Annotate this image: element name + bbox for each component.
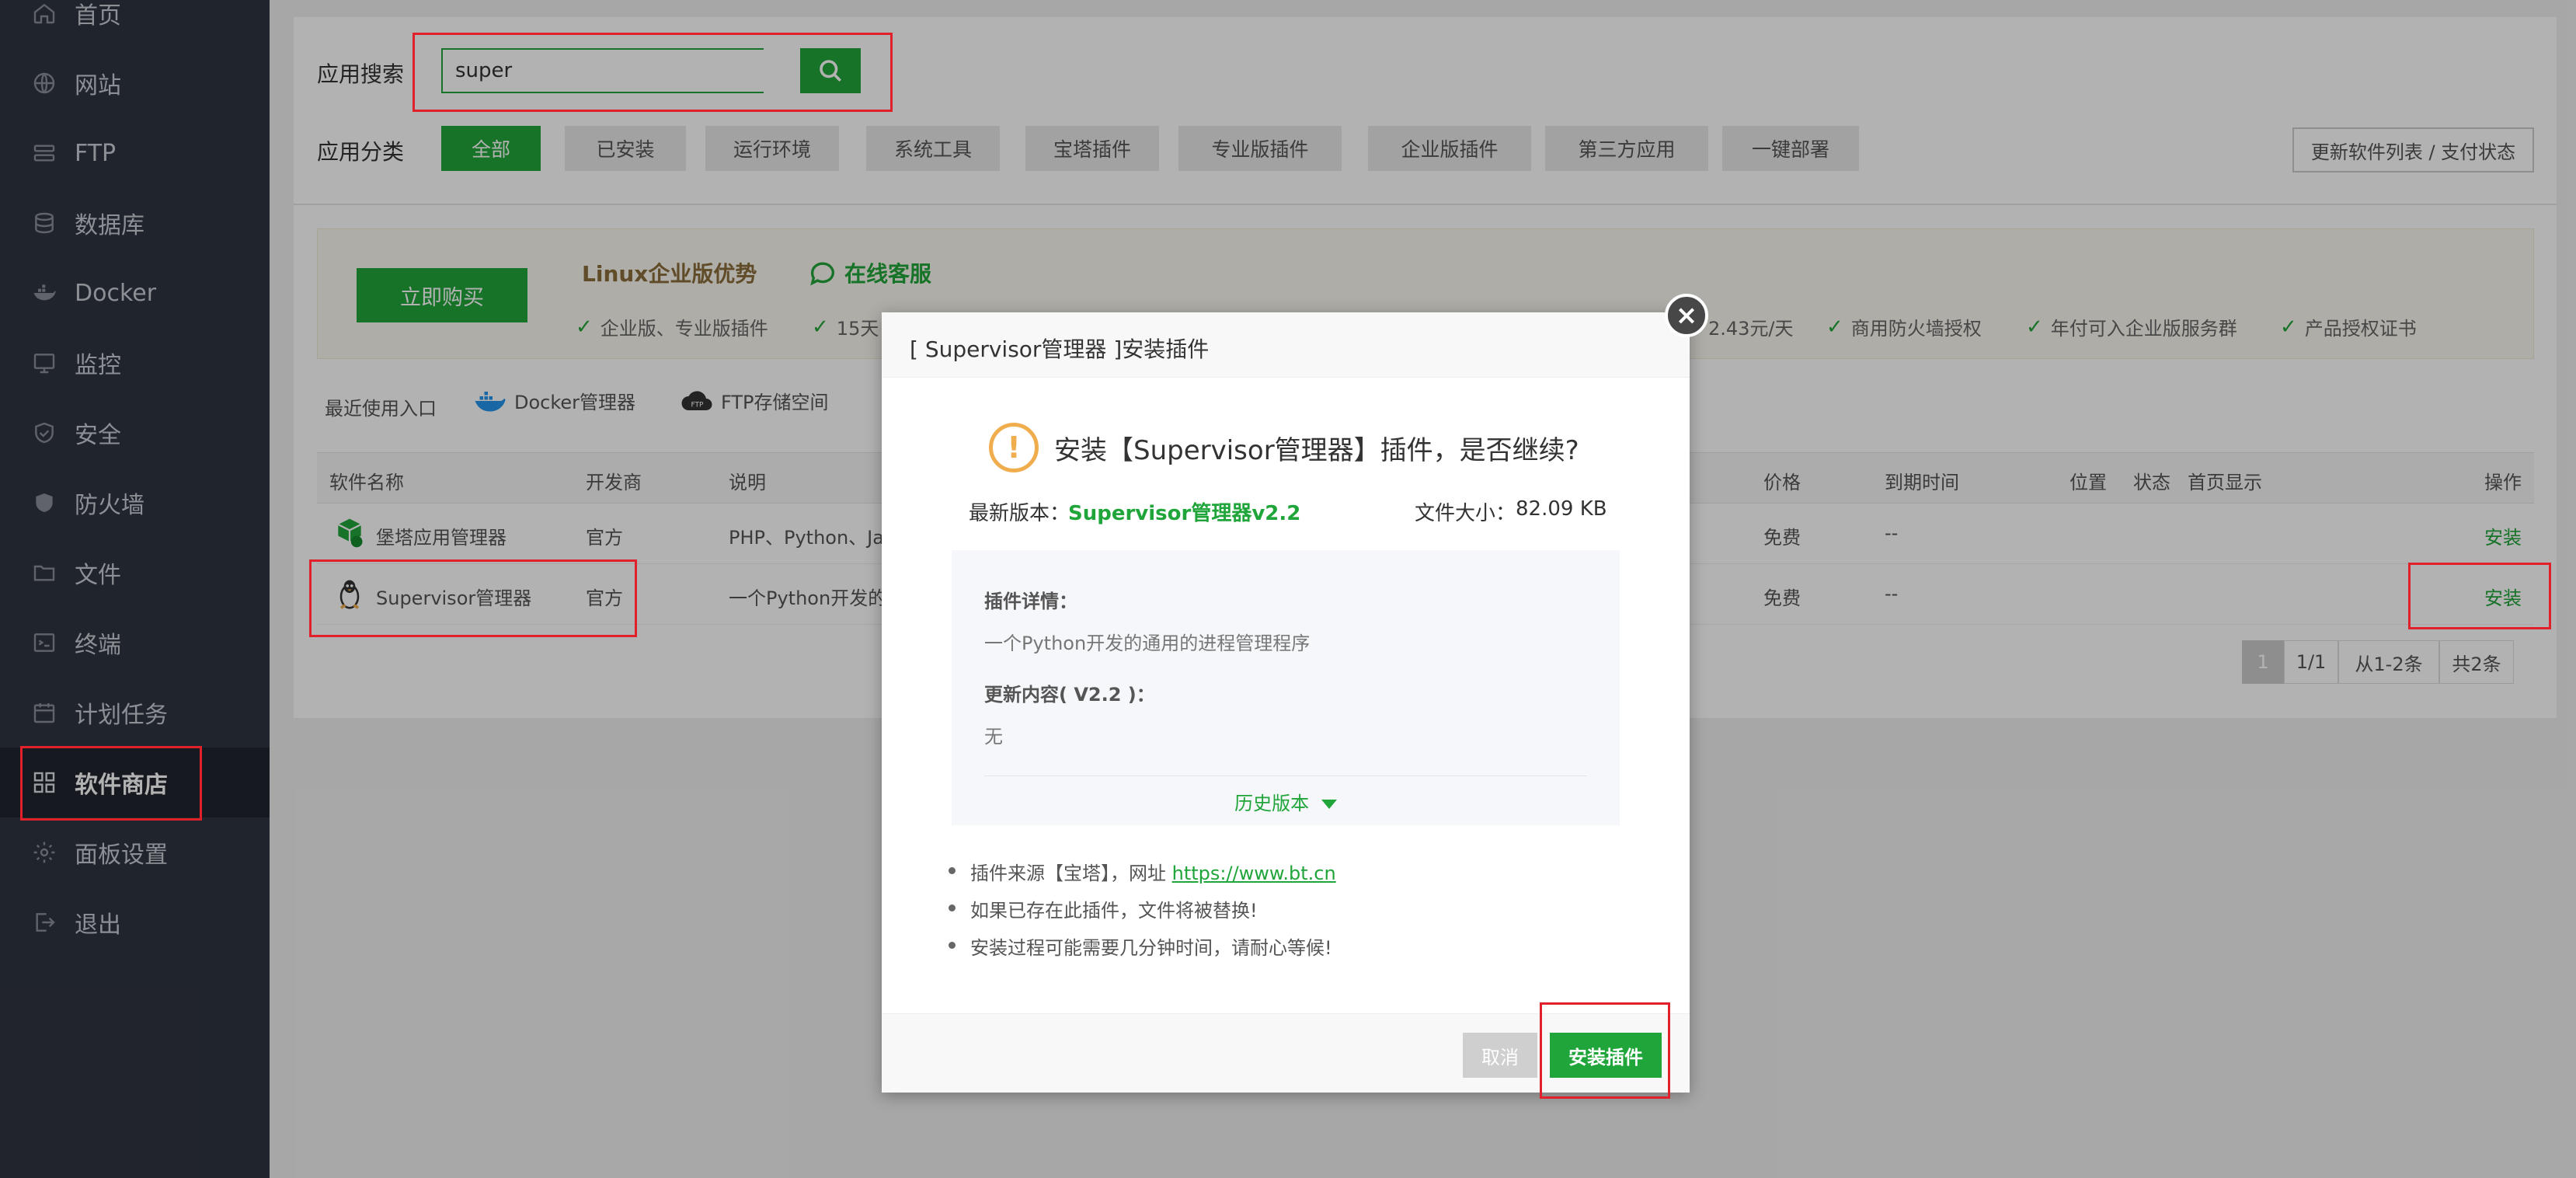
install-notes: 插件来源【宝塔】，网址 https://www.bt.cn 如果已存在此插件，文… bbox=[949, 858, 1336, 970]
highlight-install-button bbox=[1540, 1002, 1670, 1099]
file-size-label: 文件大小： bbox=[1415, 502, 1516, 525]
dialog-header: [ Supervisor管理器 ]安装插件 bbox=[882, 312, 1690, 378]
highlight-install-link bbox=[2408, 563, 2551, 629]
plugin-details-box: 插件详情： 一个Python开发的通用的进程管理程序 更新内容( V2.2 )：… bbox=[952, 550, 1620, 825]
bt-website-link[interactable]: https://www.bt.cn bbox=[1172, 863, 1336, 884]
version-value: Supervisor管理器v2.2 bbox=[1068, 502, 1301, 525]
close-icon[interactable]: × bbox=[1665, 294, 1708, 337]
update-text: 无 bbox=[984, 726, 1003, 748]
details-heading: 插件详情： bbox=[984, 591, 1077, 612]
highlight-search bbox=[413, 33, 893, 112]
version-label: 最新版本： bbox=[969, 502, 1070, 525]
history-label: 历史版本 bbox=[1234, 793, 1310, 814]
note-source: 插件来源【宝塔】，网址 https://www.bt.cn bbox=[949, 858, 1336, 895]
file-size-value: 82.09 KB bbox=[1516, 497, 1607, 521]
note-wait: 安装过程可能需要几分钟时间，请耐心等候! bbox=[949, 932, 1336, 970]
highlight-supervisor-row bbox=[309, 559, 637, 637]
history-versions-toggle[interactable]: 历史版本 bbox=[952, 788, 1620, 815]
cancel-button[interactable]: 取消 bbox=[1463, 1033, 1537, 1078]
details-text: 一个Python开发的通用的进程管理程序 bbox=[984, 633, 1311, 654]
warning-icon: ! bbox=[989, 423, 1039, 472]
note-text: 插件来源【宝塔】，网址 bbox=[970, 863, 1172, 884]
caret-down-icon bbox=[1321, 800, 1337, 809]
dialog-title: [ Supervisor管理器 ]安装插件 bbox=[910, 336, 1210, 362]
install-confirm-question: 安装【Supervisor管理器】插件，是否继续? bbox=[1054, 435, 1579, 466]
update-heading: 更新内容( V2.2 )： bbox=[984, 684, 1155, 706]
divider bbox=[984, 775, 1587, 776]
note-replace: 如果已存在此插件，文件将被替换! bbox=[949, 895, 1336, 932]
highlight-app-store-nav bbox=[20, 746, 202, 821]
install-plugin-dialog: [ Supervisor管理器 ]安装插件 × ! 安装【Supervisor管… bbox=[882, 294, 1708, 1093]
